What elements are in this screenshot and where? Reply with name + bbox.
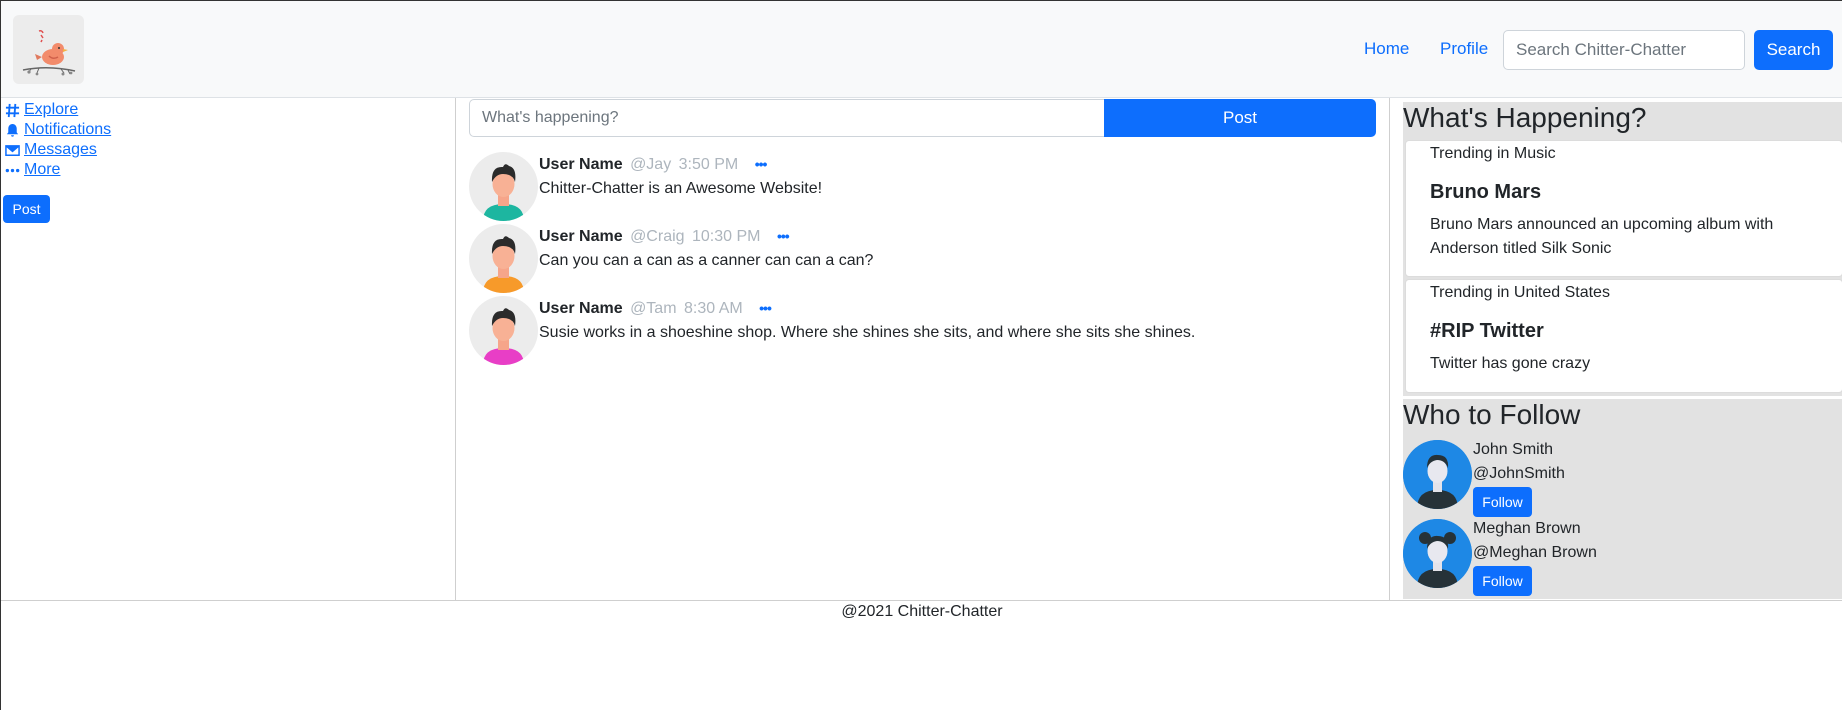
avatar — [469, 152, 538, 221]
tweet-text: Chitter-Chatter is an Awesome Website! — [539, 180, 823, 197]
follow-button[interactable]: Follow — [1473, 487, 1532, 517]
tweet: User Name @Craig 10:30 PM ••• Can you ca… — [469, 224, 1369, 293]
tweet-handle[interactable]: @Tam — [630, 300, 676, 317]
follow-user-handle[interactable]: @Meghan Brown — [1473, 544, 1597, 562]
sidebar-item-messages[interactable]: Messages — [5, 141, 97, 159]
nav-profile-link[interactable]: Profile — [1440, 39, 1488, 59]
tweet-handle[interactable]: @Jay — [630, 156, 671, 173]
hashtag-icon — [5, 103, 20, 117]
follow-user-handle[interactable]: @JohnSmith — [1473, 465, 1565, 483]
compose-post-button[interactable]: Post — [1104, 99, 1376, 137]
search-button[interactable]: Search — [1754, 30, 1833, 70]
tweet-text: Susie works in a shoeshine shop. Where s… — [539, 324, 1196, 341]
nav-home-link[interactable]: Home — [1364, 39, 1409, 59]
tweet-timestamp: 3:50 PM — [678, 156, 739, 173]
tweet-header: User Name @Craig 10:30 PM ••• — [539, 228, 790, 246]
tweet-text: Can you can a can as a canner can can a … — [539, 252, 874, 269]
trend-category: Trending in Music — [1430, 145, 1556, 162]
right-sidebar: What's Happening? Trending in Music Brun… — [1390, 98, 1842, 601]
sidebar-item-notifications[interactable]: Notifications — [5, 121, 111, 139]
avatar — [469, 224, 538, 293]
sidebar-item-label: More — [24, 161, 61, 178]
whats-happening-title: What's Happening? — [1403, 102, 1647, 133]
more-options-icon[interactable]: ••• — [755, 156, 768, 172]
trend-name: #RIP Twitter — [1430, 320, 1544, 342]
tweet-username[interactable]: User Name — [539, 300, 623, 317]
who-to-follow-title: Who to Follow — [1403, 399, 1581, 430]
more-options-icon[interactable]: ••• — [759, 300, 772, 316]
left-sidebar: Explore Notifications Messages More Post — [1, 98, 456, 601]
tweet-timestamp: 10:30 PM — [692, 228, 761, 245]
tweet-header: User Name @Jay 3:50 PM ••• — [539, 156, 768, 174]
feed-column: Post User Name @Jay 3:50 PM ••• Chitter-… — [456, 98, 1390, 601]
tweet-header: User Name @Tam 8:30 AM ••• — [539, 300, 772, 318]
tweet: User Name @Jay 3:50 PM ••• Chitter-Chatt… — [469, 152, 1369, 221]
compose-input[interactable] — [469, 99, 1104, 137]
sidebar-item-label: Explore — [24, 101, 79, 118]
follow-button[interactable]: Follow — [1473, 566, 1532, 596]
sidebar-item-label: Messages — [24, 141, 97, 158]
bell-icon — [6, 123, 19, 137]
follow-user-name[interactable]: Meghan Brown — [1473, 520, 1581, 538]
avatar[interactable] — [1403, 519, 1472, 588]
trend-description: Twitter has gone crazy — [1430, 355, 1591, 372]
sidebar-post-button[interactable]: Post — [3, 195, 50, 223]
whats-happening-panel: What's Happening? Trending in Music Brun… — [1403, 102, 1842, 396]
who-to-follow-panel: Who to Follow John Smith @JohnSmith Foll… — [1403, 399, 1842, 599]
footer-copyright: @2021 Chitter-Chatter — [841, 603, 1003, 620]
tweet-username[interactable]: User Name — [539, 156, 623, 173]
sidebar-item-more[interactable]: More — [5, 161, 60, 179]
sidebar-item-explore[interactable]: Explore — [5, 101, 78, 119]
search-input[interactable] — [1503, 30, 1745, 70]
avatar[interactable] — [1403, 440, 1472, 509]
tweet: User Name @Tam 8:30 AM ••• Susie works i… — [469, 296, 1369, 365]
trend-category: Trending in United States — [1430, 284, 1610, 301]
envelope-icon — [5, 144, 20, 156]
navbar: Home Profile Search — [1, 1, 1842, 98]
tweet-username[interactable]: User Name — [539, 228, 623, 245]
trend-description: Bruno Mars announced an upcoming album w… — [1430, 216, 1774, 257]
trend-name: Bruno Mars — [1430, 181, 1542, 203]
trend-card[interactable]: Trending in United States #RIP Twitter T… — [1405, 279, 1842, 393]
trend-card[interactable]: Trending in Music Bruno Mars Bruno Mars … — [1405, 140, 1842, 277]
bird-logo-icon[interactable] — [13, 15, 84, 84]
more-options-icon[interactable]: ••• — [777, 228, 790, 244]
avatar — [469, 296, 538, 365]
ellipsis-icon — [5, 168, 20, 172]
tweet-handle[interactable]: @Craig — [630, 228, 684, 245]
follow-user-name[interactable]: John Smith — [1473, 441, 1553, 459]
sidebar-item-label: Notifications — [24, 121, 112, 138]
tweet-timestamp: 8:30 AM — [683, 300, 743, 317]
